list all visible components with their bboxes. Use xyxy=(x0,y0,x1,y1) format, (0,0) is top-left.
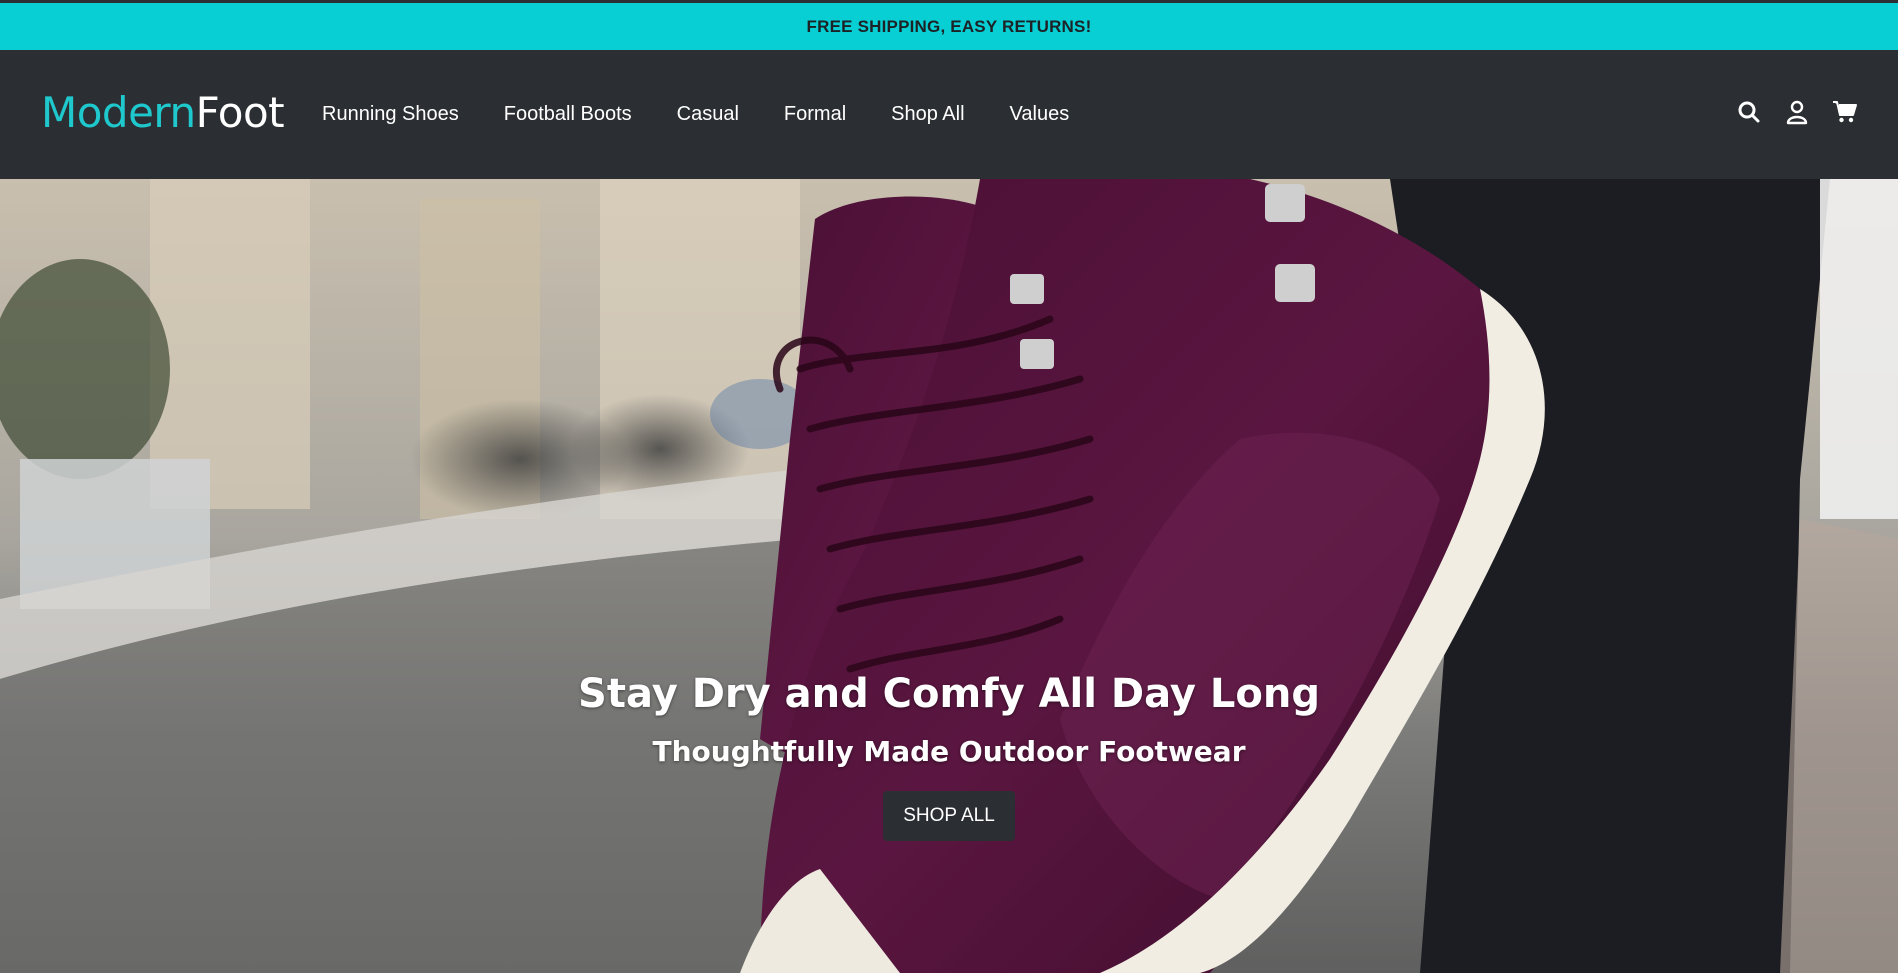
shop-all-button[interactable]: SHOP ALL xyxy=(883,791,1015,841)
hero-subtitle: Thoughtfully Made Outdoor Footwear xyxy=(652,735,1246,768)
nav-formal[interactable]: Formal xyxy=(784,100,846,128)
site-header: ModernFoot Running Shoes Football Boots … xyxy=(0,50,1898,179)
hero-banner: Stay Dry and Comfy All Day Long Thoughtf… xyxy=(0,179,1898,973)
brand-logo[interactable]: ModernFoot xyxy=(41,88,285,138)
nav-values[interactable]: Values xyxy=(1010,100,1070,128)
logo-part-modern: Modern xyxy=(41,88,196,137)
announcement-bar: FREE SHIPPING, EASY RETURNS! xyxy=(0,0,1898,50)
hero-sneaker-image xyxy=(0,179,1898,973)
logo-part-foot: Foot xyxy=(195,88,285,137)
hero-copy: Stay Dry and Comfy All Day Long Thoughtf… xyxy=(0,669,1898,841)
search-icon[interactable] xyxy=(1736,99,1762,125)
hero-title: Stay Dry and Comfy All Day Long xyxy=(578,671,1320,717)
main-nav: Running Shoes Football Boots Casual Form… xyxy=(322,100,1114,128)
announcement-text: FREE SHIPPING, EASY RETURNS! xyxy=(806,16,1092,36)
account-icon[interactable] xyxy=(1784,99,1810,125)
cart-icon[interactable] xyxy=(1832,99,1858,125)
nav-football-boots[interactable]: Football Boots xyxy=(504,100,632,128)
nav-running-shoes[interactable]: Running Shoes xyxy=(322,100,459,128)
nav-casual[interactable]: Casual xyxy=(677,100,739,128)
header-actions xyxy=(1736,99,1858,125)
nav-shop-all[interactable]: Shop All xyxy=(891,100,964,128)
